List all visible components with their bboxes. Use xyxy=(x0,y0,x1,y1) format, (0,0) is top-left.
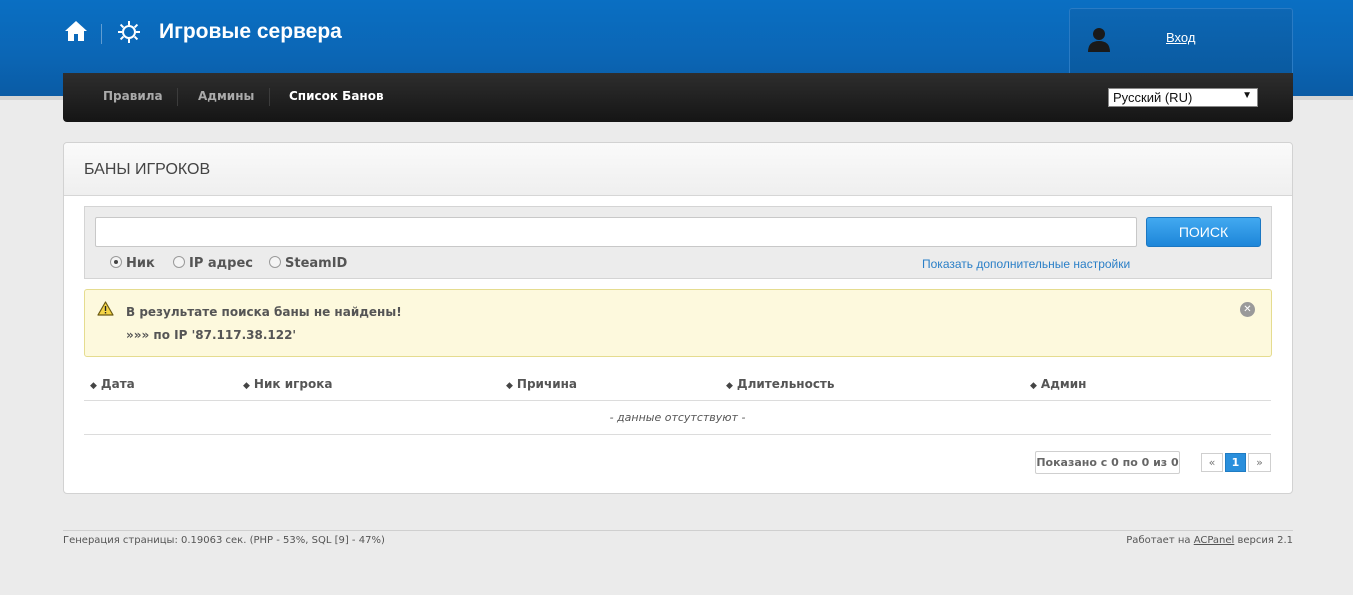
column-admin-label: Админ xyxy=(1040,377,1087,391)
panel-header: БАНЫ ИГРОКОВ xyxy=(64,143,1292,196)
warning-icon xyxy=(97,301,114,316)
column-duration-label: Длительность xyxy=(736,377,835,391)
radio-icon xyxy=(173,256,185,268)
table-divider xyxy=(84,400,1271,401)
column-reason[interactable]: ◆ Причина xyxy=(506,377,577,391)
more-settings-link[interactable]: Показать дополнительные настройки xyxy=(922,257,1130,271)
radio-steamid-label: SteamID xyxy=(285,256,348,271)
radio-selected-icon xyxy=(110,256,122,268)
footer-divider xyxy=(63,530,1293,531)
column-admin[interactable]: ◆ Админ xyxy=(1030,377,1086,391)
column-date-label: Дата xyxy=(100,377,135,391)
table-empty-row: - данные отсутствуют - xyxy=(609,411,746,424)
footer-powered: Работает на ACPanel версия 2.1 xyxy=(1126,535,1293,546)
radio-icon xyxy=(269,256,281,268)
language-select[interactable]: Русский (RU) ▼ xyxy=(1108,88,1258,107)
nav-divider xyxy=(177,88,178,106)
close-icon[interactable]: ✕ xyxy=(1240,302,1255,317)
header-divider xyxy=(101,24,102,44)
dropdown-arrow-icon: ▼ xyxy=(1242,90,1252,101)
table-divider xyxy=(84,434,1271,435)
gear-icon xyxy=(118,21,140,43)
nav-divider xyxy=(269,88,270,106)
search-button[interactable]: ПОИСК xyxy=(1146,217,1261,247)
sort-icon: ◆ xyxy=(90,381,97,391)
login-link[interactable]: Вход xyxy=(1166,30,1195,45)
column-date[interactable]: ◆ Дата xyxy=(90,377,135,391)
search-input[interactable] xyxy=(95,217,1137,247)
sort-icon: ◆ xyxy=(506,381,513,391)
user-icon xyxy=(1088,28,1110,52)
footer-generation: Генерация страницы: 0.19063 сек. (PHP - … xyxy=(63,535,385,546)
sort-icon: ◆ xyxy=(243,381,250,391)
radio-steamid[interactable]: SteamID xyxy=(269,256,347,271)
pagination-page-1[interactable]: 1 xyxy=(1225,453,1246,472)
column-reason-label: Причина xyxy=(516,377,577,391)
column-nick[interactable]: ◆ Ник игрока xyxy=(243,377,332,391)
nav-item-rules[interactable]: Правила xyxy=(103,89,163,103)
radio-ip[interactable]: IP адрес xyxy=(173,256,253,271)
pagination-info: Показано с 0 по 0 из 0 xyxy=(1035,451,1180,474)
pagination-prev[interactable]: « xyxy=(1201,453,1223,472)
nav-item-admins[interactable]: Админы xyxy=(198,89,254,103)
radio-ip-label: IP адрес xyxy=(189,256,253,271)
home-icon[interactable] xyxy=(64,20,88,42)
column-duration[interactable]: ◆ Длительность xyxy=(726,377,834,391)
nav-item-banlist[interactable]: Список Банов xyxy=(289,89,384,103)
acpanel-link[interactable]: ACPanel xyxy=(1194,535,1235,546)
column-nick-label: Ник игрока xyxy=(253,377,333,391)
panel-title: БАНЫ ИГРОКОВ xyxy=(84,161,211,178)
footer-powered-suffix: версия 2.1 xyxy=(1237,535,1294,546)
alert-title: В результате поиска баны не найдены! xyxy=(126,305,402,319)
site-title: Игровые сервера xyxy=(159,20,342,43)
radio-nick-label: Ник xyxy=(126,256,155,271)
sort-icon: ◆ xyxy=(726,381,733,391)
alert-detail: »»» по IP '87.117.38.122' xyxy=(126,328,297,342)
pagination-next[interactable]: » xyxy=(1248,453,1271,472)
no-results-alert xyxy=(84,289,1272,357)
radio-nick[interactable]: Ник xyxy=(110,256,155,271)
footer-powered-prefix: Работает на xyxy=(1126,535,1191,546)
sort-icon: ◆ xyxy=(1030,381,1037,391)
language-value: Русский (RU) xyxy=(1113,90,1193,105)
